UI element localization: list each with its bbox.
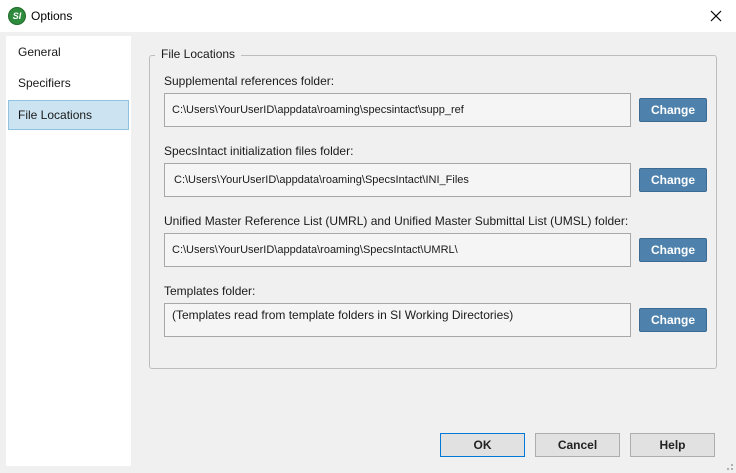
options-sidebar: General Specifiers File Locations <box>6 36 131 466</box>
resize-grip-icon[interactable] <box>722 459 734 471</box>
cancel-button[interactable]: Cancel <box>535 433 620 457</box>
title-bar: SI Options <box>0 0 736 32</box>
sidebar-item-specifiers[interactable]: Specifiers <box>8 68 129 98</box>
change-templates-button[interactable]: Change <box>639 308 707 332</box>
umrl-umsl-label: Unified Master Reference List (UMRL) and… <box>164 214 629 228</box>
supplemental-references-label: Supplemental references folder: <box>164 74 335 88</box>
initialization-files-label: SpecsIntact initialization files folder: <box>164 144 354 158</box>
change-umrl-button[interactable]: Change <box>639 238 707 262</box>
help-button[interactable]: Help <box>630 433 715 457</box>
close-icon <box>710 10 722 22</box>
sidebar-item-file-locations[interactable]: File Locations <box>8 100 129 130</box>
sidebar-item-general[interactable]: General <box>8 37 129 67</box>
change-supplemental-button[interactable]: Change <box>639 98 707 122</box>
templates-folder-label: Templates folder: <box>164 284 256 298</box>
ok-button[interactable]: OK <box>440 433 525 457</box>
close-button[interactable] <box>696 0 736 32</box>
window-title: Options <box>31 9 73 23</box>
initialization-files-path: C:\Users\YourUserID\appdata\roaming\Spec… <box>164 163 631 197</box>
specsintact-logo-icon: SI <box>8 7 26 25</box>
change-initialization-button[interactable]: Change <box>639 168 707 192</box>
supplemental-references-path: C:\Users\YourUserID\appdata\roaming\spec… <box>164 93 631 127</box>
umrl-umsl-path: C:\Users\YourUserID\appdata\roaming\Spec… <box>164 233 631 267</box>
group-title: File Locations <box>155 47 242 61</box>
templates-folder-path: (Templates read from template folders in… <box>164 303 631 337</box>
